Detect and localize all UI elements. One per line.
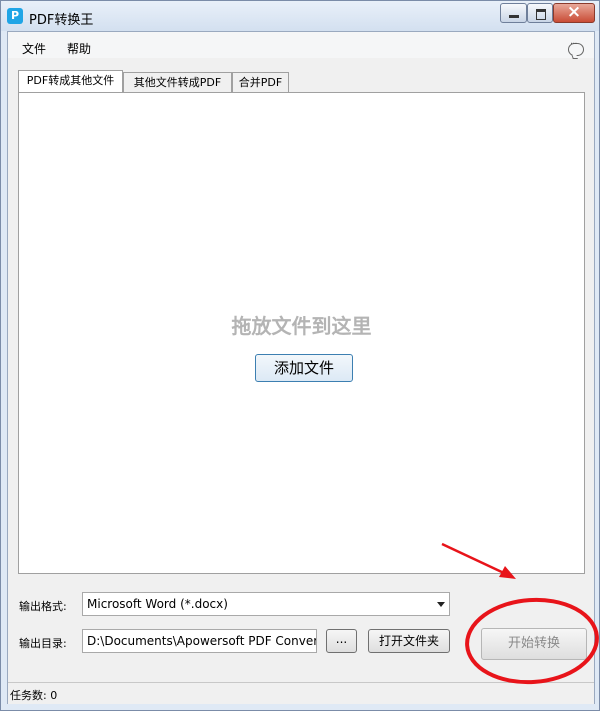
status-bar: 任务数: 0 — [8, 682, 594, 704]
output-format-value: Microsoft Word (*.docx) — [87, 597, 228, 611]
start-convert-button[interactable]: 开始转换 — [481, 628, 587, 660]
menu-help[interactable]: 帮助 — [67, 40, 91, 57]
output-format-label: 输出格式: — [19, 600, 67, 613]
app-window: P PDF转换王 文件 帮助 PDF转成其他文件 其他文件转成PDF 合并PDF… — [0, 0, 600, 711]
drop-zone[interactable]: 拖放文件到这里 添加文件 — [18, 92, 585, 574]
tab-pdf-to-other[interactable]: PDF转成其他文件 — [18, 70, 123, 93]
drop-hint-text: 拖放文件到这里 — [231, 314, 372, 338]
pdf-app-icon: P — [7, 8, 23, 24]
output-format-select[interactable]: Microsoft Word (*.docx) — [82, 592, 450, 616]
open-folder-button[interactable]: 打开文件夹 — [368, 629, 450, 653]
title-bar: P PDF转换王 — [1, 1, 599, 31]
close-button[interactable] — [553, 2, 595, 23]
output-dir-field[interactable]: D:\Documents\Apowersoft PDF Conver — [82, 629, 317, 653]
maximize-button[interactable] — [527, 3, 553, 23]
add-file-button[interactable]: 添加文件 — [255, 354, 353, 382]
task-count: 任务数: 0 — [10, 689, 58, 702]
feedback-chat-icon[interactable] — [568, 39, 584, 56]
client-area: 文件 帮助 PDF转成其他文件 其他文件转成PDF 合并PDF 拖放文件到这里 … — [7, 31, 595, 704]
menu-file[interactable]: 文件 — [22, 40, 46, 57]
tab-other-to-pdf[interactable]: 其他文件转成PDF — [123, 72, 232, 93]
browse-button[interactable]: ... — [326, 629, 357, 653]
menu-bar: 文件 帮助 — [8, 32, 594, 58]
tab-merge-pdf[interactable]: 合并PDF — [232, 72, 289, 93]
minimize-button[interactable] — [500, 3, 527, 23]
output-dir-label: 输出目录: — [19, 637, 67, 650]
chevron-down-icon — [437, 602, 445, 607]
window-title: PDF转换王 — [29, 13, 94, 28]
